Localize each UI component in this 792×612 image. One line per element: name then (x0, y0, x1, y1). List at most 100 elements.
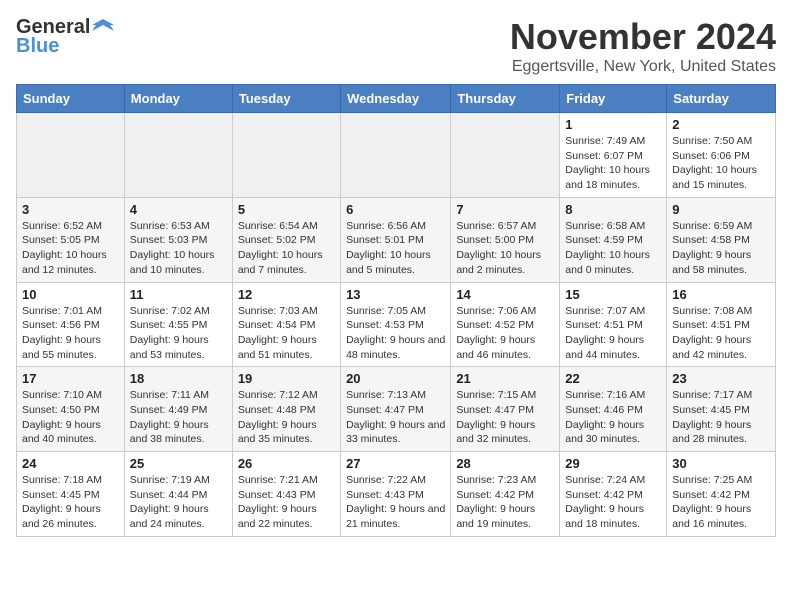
day-number: 6 (346, 202, 445, 217)
calendar-cell: 21 Sunrise: 7:15 AM Sunset: 4:47 PM Dayli… (451, 367, 560, 452)
calendar-cell: 26 Sunrise: 7:21 AM Sunset: 4:43 PM Dayli… (232, 452, 340, 537)
logo-blue-text: Blue (16, 35, 59, 58)
day-info: Sunrise: 6:56 AM Sunset: 5:01 PM Dayligh… (346, 219, 445, 278)
day-number: 11 (130, 287, 227, 302)
header: General Blue November 2024 Eggertsville,… (16, 16, 776, 76)
day-info: Sunrise: 7:07 AM Sunset: 4:51 PM Dayligh… (565, 304, 661, 363)
day-number: 19 (238, 371, 335, 386)
day-number: 28 (456, 456, 554, 471)
day-number: 18 (130, 371, 227, 386)
calendar-cell: 16Sunrise: 7:08 AM Sunset: 4:51 PM Dayli… (667, 282, 776, 367)
calendar-cell: 22 Sunrise: 7:16 AM Sunset: 4:46 PM Dayli… (560, 367, 667, 452)
week-row-3: 10 Sunrise: 7:01 AM Sunset: 4:56 PM Dayli… (17, 282, 776, 367)
calendar-cell: 29 Sunrise: 7:24 AM Sunset: 4:42 PM Dayli… (560, 452, 667, 537)
calendar-cell: 9Sunrise: 6:59 AM Sunset: 4:58 PM Daylig… (667, 197, 776, 282)
calendar-cell: 7 Sunrise: 6:57 AM Sunset: 5:00 PM Daylig… (451, 197, 560, 282)
day-info: Sunrise: 6:52 AM Sunset: 5:05 PM Dayligh… (22, 219, 119, 278)
calendar-cell: 4 Sunrise: 6:53 AM Sunset: 5:03 PM Daylig… (124, 197, 232, 282)
calendar-cell: 10 Sunrise: 7:01 AM Sunset: 4:56 PM Dayli… (17, 282, 125, 367)
calendar-table: SundayMondayTuesdayWednesdayThursdayFrid… (16, 84, 776, 537)
day-info: Sunrise: 6:53 AM Sunset: 5:03 PM Dayligh… (130, 219, 227, 278)
header-saturday: Saturday (667, 85, 776, 113)
day-number: 7 (456, 202, 554, 217)
day-number: 12 (238, 287, 335, 302)
day-info: Sunrise: 7:17 AM Sunset: 4:45 PM Dayligh… (672, 388, 770, 447)
calendar-cell: 30Sunrise: 7:25 AM Sunset: 4:42 PM Dayli… (667, 452, 776, 537)
week-row-1: 1 Sunrise: 7:49 AM Sunset: 6:07 PM Daylig… (17, 113, 776, 198)
day-number: 10 (22, 287, 119, 302)
day-number: 29 (565, 456, 661, 471)
calendar-cell: 1 Sunrise: 7:49 AM Sunset: 6:07 PM Daylig… (560, 113, 667, 198)
calendar-cell (124, 113, 232, 198)
day-info: Sunrise: 7:03 AM Sunset: 4:54 PM Dayligh… (238, 304, 335, 363)
day-info: Sunrise: 7:01 AM Sunset: 4:56 PM Dayligh… (22, 304, 119, 363)
day-info: Sunrise: 7:12 AM Sunset: 4:48 PM Dayligh… (238, 388, 335, 447)
calendar-cell: 17Sunrise: 7:10 AM Sunset: 4:50 PM Dayli… (17, 367, 125, 452)
day-number: 4 (130, 202, 227, 217)
calendar-cell (17, 113, 125, 198)
day-info: Sunrise: 6:59 AM Sunset: 4:58 PM Dayligh… (672, 219, 770, 278)
day-number: 30 (672, 456, 770, 471)
day-number: 16 (672, 287, 770, 302)
day-info: Sunrise: 6:58 AM Sunset: 4:59 PM Dayligh… (565, 219, 661, 278)
day-number: 15 (565, 287, 661, 302)
day-info: Sunrise: 6:57 AM Sunset: 5:00 PM Dayligh… (456, 219, 554, 278)
day-number: 26 (238, 456, 335, 471)
calendar-cell: 13 Sunrise: 7:05 AM Sunset: 4:53 PM Dayli… (341, 282, 451, 367)
day-number: 14 (456, 287, 554, 302)
calendar-cell: 3 Sunrise: 6:52 AM Sunset: 5:05 PM Daylig… (17, 197, 125, 282)
title-area: November 2024 Eggertsville, New York, Un… (510, 16, 776, 76)
day-number: 22 (565, 371, 661, 386)
header-tuesday: Tuesday (232, 85, 340, 113)
header-thursday: Thursday (451, 85, 560, 113)
day-info: Sunrise: 7:19 AM Sunset: 4:44 PM Dayligh… (130, 473, 227, 532)
calendar-cell: 28 Sunrise: 7:23 AM Sunset: 4:42 PM Dayli… (451, 452, 560, 537)
weekday-header-row: SundayMondayTuesdayWednesdayThursdayFrid… (17, 85, 776, 113)
day-number: 2 (672, 117, 770, 132)
logo-bird-icon (92, 17, 114, 39)
day-number: 8 (565, 202, 661, 217)
calendar-cell: 27Sunrise: 7:22 AM Sunset: 4:43 PM Dayli… (341, 452, 451, 537)
calendar-cell: 2 Sunrise: 7:50 AM Sunset: 6:06 PM Daylig… (667, 113, 776, 198)
calendar-cell: 6 Sunrise: 6:56 AM Sunset: 5:01 PM Daylig… (341, 197, 451, 282)
week-row-4: 17Sunrise: 7:10 AM Sunset: 4:50 PM Dayli… (17, 367, 776, 452)
day-number: 3 (22, 202, 119, 217)
day-number: 13 (346, 287, 445, 302)
day-number: 24 (22, 456, 119, 471)
day-number: 17 (22, 371, 119, 386)
day-number: 25 (130, 456, 227, 471)
day-info: Sunrise: 7:50 AM Sunset: 6:06 PM Dayligh… (672, 134, 770, 193)
month-title: November 2024 (510, 16, 776, 58)
day-info: Sunrise: 7:05 AM Sunset: 4:53 PM Dayligh… (346, 304, 445, 363)
calendar-cell: 15 Sunrise: 7:07 AM Sunset: 4:51 PM Dayli… (560, 282, 667, 367)
calendar-cell: 18 Sunrise: 7:11 AM Sunset: 4:49 PM Dayli… (124, 367, 232, 452)
day-info: Sunrise: 7:23 AM Sunset: 4:42 PM Dayligh… (456, 473, 554, 532)
calendar-cell: 19 Sunrise: 7:12 AM Sunset: 4:48 PM Dayli… (232, 367, 340, 452)
calendar-cell (232, 113, 340, 198)
day-info: Sunrise: 7:13 AM Sunset: 4:47 PM Dayligh… (346, 388, 445, 447)
day-number: 21 (456, 371, 554, 386)
calendar-cell (451, 113, 560, 198)
calendar-cell (341, 113, 451, 198)
calendar-cell: 14 Sunrise: 7:06 AM Sunset: 4:52 PM Dayli… (451, 282, 560, 367)
logo: General Blue (16, 16, 114, 58)
header-wednesday: Wednesday (341, 85, 451, 113)
day-info: Sunrise: 7:06 AM Sunset: 4:52 PM Dayligh… (456, 304, 554, 363)
day-info: Sunrise: 7:24 AM Sunset: 4:42 PM Dayligh… (565, 473, 661, 532)
day-number: 1 (565, 117, 661, 132)
day-info: Sunrise: 7:11 AM Sunset: 4:49 PM Dayligh… (130, 388, 227, 447)
calendar-cell: 11 Sunrise: 7:02 AM Sunset: 4:55 PM Dayli… (124, 282, 232, 367)
day-info: Sunrise: 7:02 AM Sunset: 4:55 PM Dayligh… (130, 304, 227, 363)
week-row-5: 24Sunrise: 7:18 AM Sunset: 4:45 PM Dayli… (17, 452, 776, 537)
location-title: Eggertsville, New York, United States (510, 58, 776, 76)
day-info: Sunrise: 7:49 AM Sunset: 6:07 PM Dayligh… (565, 134, 661, 193)
day-info: Sunrise: 6:54 AM Sunset: 5:02 PM Dayligh… (238, 219, 335, 278)
day-info: Sunrise: 7:15 AM Sunset: 4:47 PM Dayligh… (456, 388, 554, 447)
day-number: 23 (672, 371, 770, 386)
day-info: Sunrise: 7:22 AM Sunset: 4:43 PM Dayligh… (346, 473, 445, 532)
header-sunday: Sunday (17, 85, 125, 113)
calendar-cell: 20Sunrise: 7:13 AM Sunset: 4:47 PM Dayli… (341, 367, 451, 452)
header-friday: Friday (560, 85, 667, 113)
day-info: Sunrise: 7:16 AM Sunset: 4:46 PM Dayligh… (565, 388, 661, 447)
day-info: Sunrise: 7:21 AM Sunset: 4:43 PM Dayligh… (238, 473, 335, 532)
